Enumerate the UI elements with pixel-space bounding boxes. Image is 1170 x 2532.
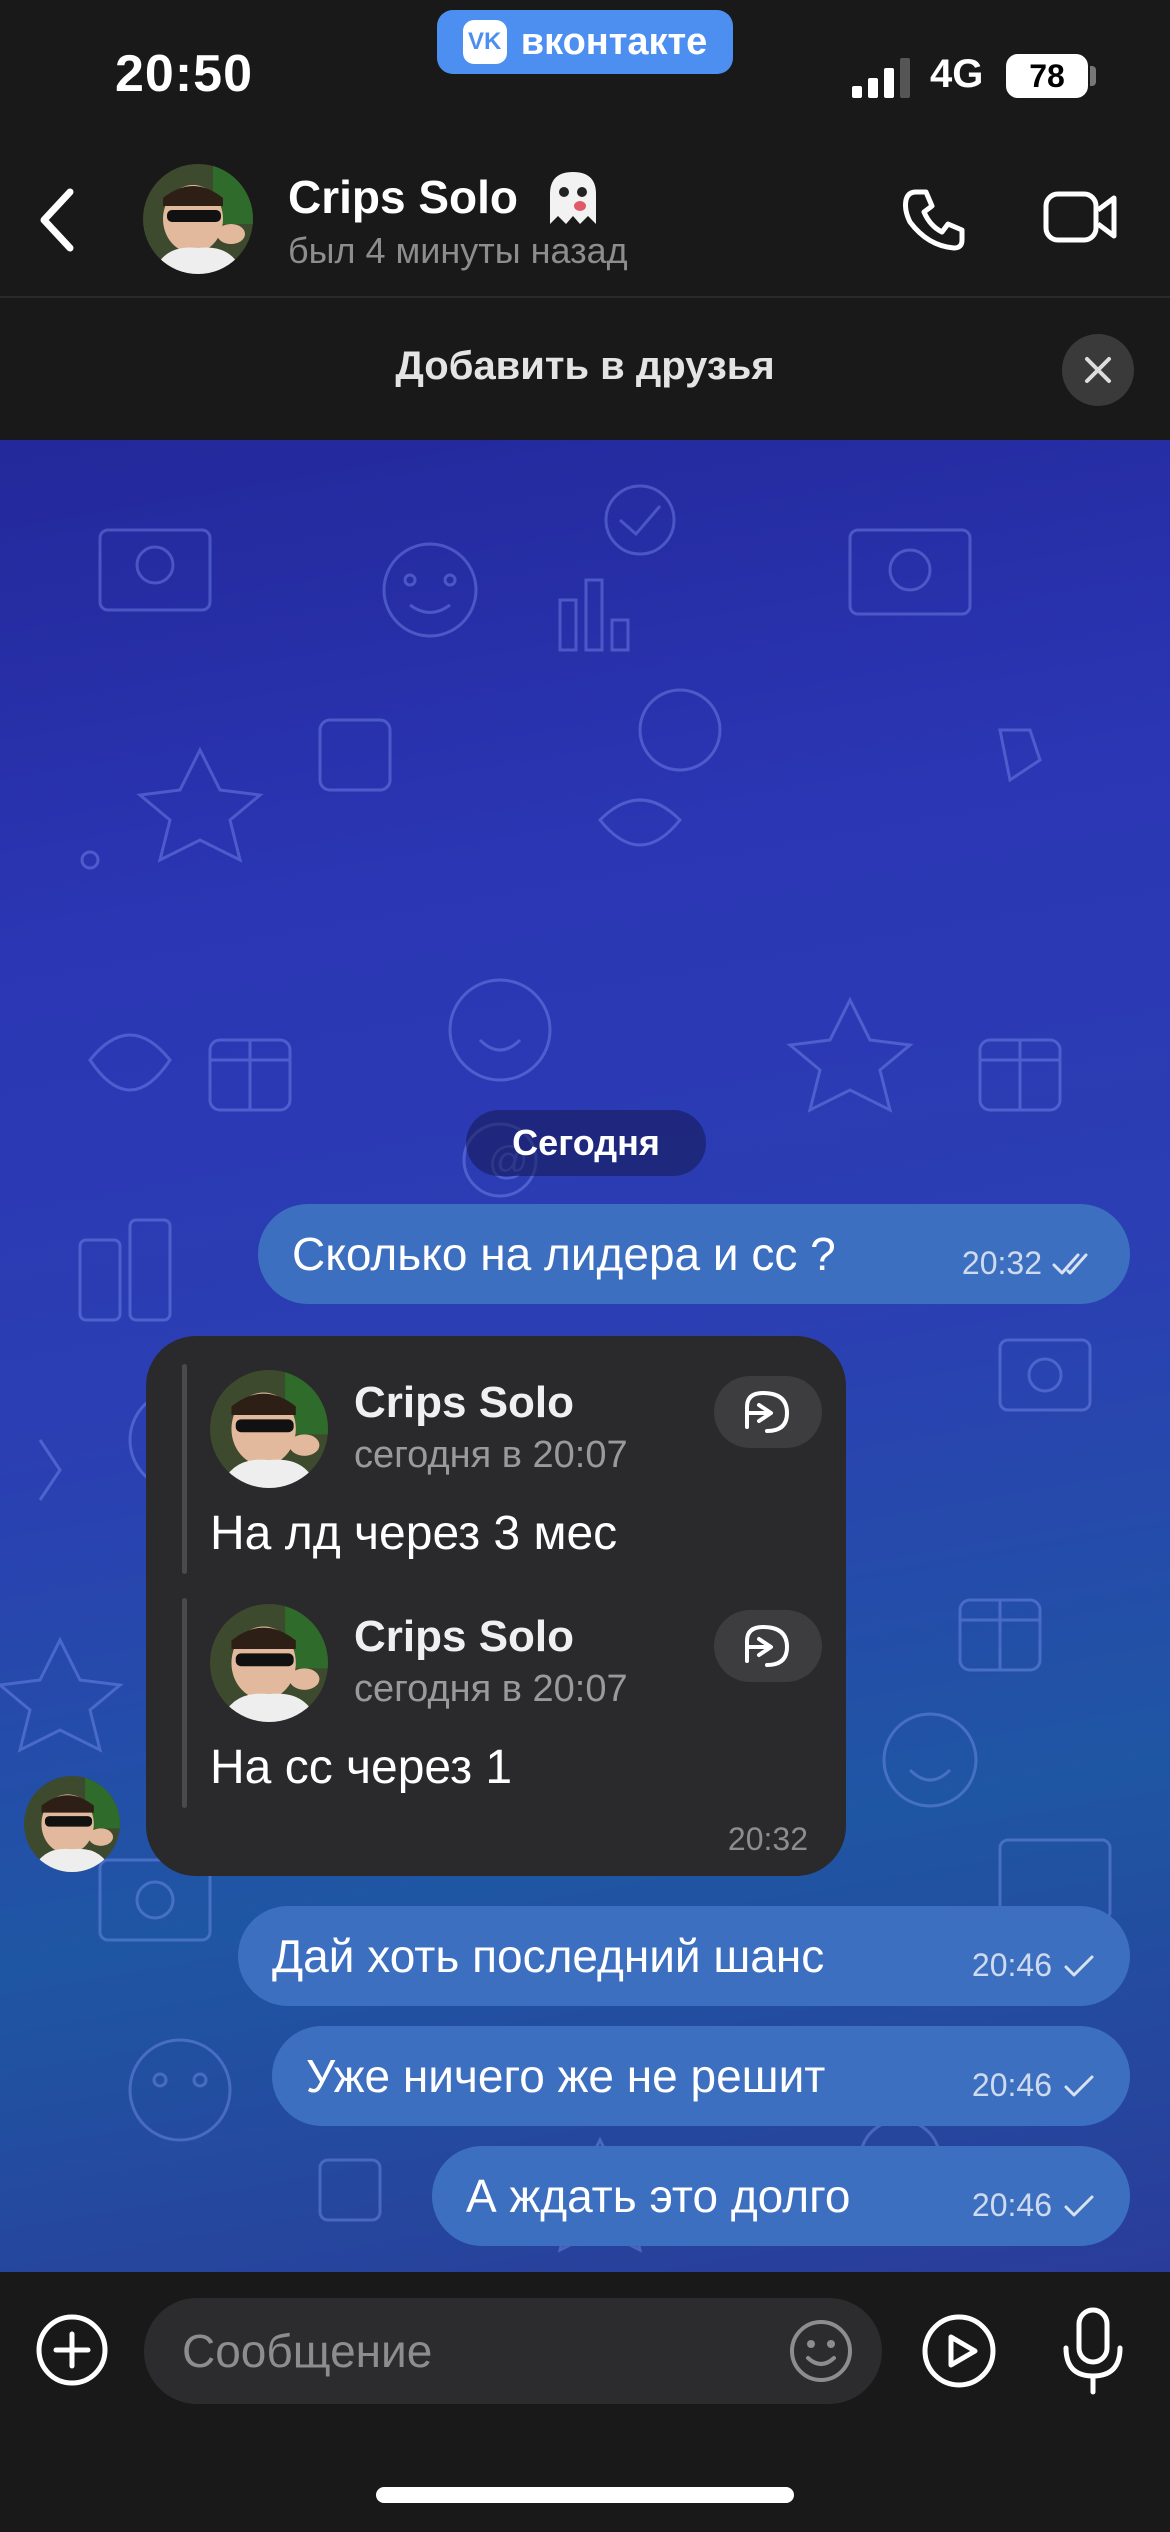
go-to-message-button[interactable] bbox=[714, 1610, 822, 1682]
ghost-emoji-icon bbox=[550, 172, 596, 224]
battery-level: 78 bbox=[1029, 57, 1065, 94]
status-time: 20:50 bbox=[115, 45, 253, 103]
message-time: 20:46 bbox=[971, 2067, 1052, 2103]
check-icon bbox=[1064, 2195, 1094, 2216]
message-input[interactable] bbox=[144, 2298, 882, 2404]
outgoing-message-bubble[interactable]: Сколько на лидера и сс ? 20:32 bbox=[258, 1204, 1130, 1304]
chat-area[interactable]: @ Сегодня Сколько на лидера и сс ? bbox=[0, 440, 1170, 2272]
forwarded-author-name[interactable]: Crips Solo bbox=[354, 1612, 574, 1662]
chat-header: Crips Solo был 4 минуты назад bbox=[0, 140, 1170, 298]
message-time: 20:32 bbox=[727, 1821, 808, 1857]
message-meta: 20:46 bbox=[972, 1947, 1096, 1984]
outgoing-message-bubble[interactable]: Уже ничего же не решит 20:46 bbox=[272, 2026, 1130, 2126]
forward-quote-line bbox=[182, 1598, 187, 1808]
message-meta: 20:46 bbox=[972, 2067, 1096, 2104]
message-time: 20:32 bbox=[961, 1245, 1042, 1281]
video-camera-icon[interactable] bbox=[1042, 186, 1120, 248]
contact-avatar[interactable] bbox=[143, 164, 253, 274]
reply-forward-icon bbox=[745, 1624, 790, 1667]
sender-avatar[interactable] bbox=[24, 1776, 120, 1872]
phone-icon[interactable] bbox=[898, 184, 970, 256]
network-type: 4G bbox=[930, 52, 984, 96]
forwarded-message-text: На лд через 3 мес bbox=[210, 1507, 618, 1560]
vk-app-badge-label: вконтакте bbox=[520, 20, 708, 63]
add-friend-bar: Добавить в друзья bbox=[0, 300, 1170, 440]
microphone-icon[interactable] bbox=[1060, 2306, 1126, 2398]
forwarded-author-avatar bbox=[210, 1370, 328, 1488]
message-meta: 20:46 bbox=[972, 2187, 1096, 2224]
message-time: 20:46 bbox=[971, 1947, 1052, 1983]
reply-forward-icon bbox=[745, 1390, 790, 1433]
play-icon[interactable] bbox=[920, 2312, 998, 2390]
signal-icon bbox=[852, 58, 910, 98]
date-separator: Сегодня bbox=[466, 1110, 706, 1176]
forwarded-date: сегодня в 20:07 bbox=[354, 1668, 628, 1710]
forwarded-date: сегодня в 20:07 bbox=[354, 1434, 628, 1476]
message-meta: 20:32 bbox=[962, 1245, 1096, 1282]
forwarded-message-text: На сс через 1 bbox=[210, 1741, 513, 1794]
outgoing-message-bubble[interactable]: А ждать это долго 20:46 bbox=[432, 2146, 1130, 2246]
close-icon bbox=[1085, 357, 1111, 383]
vk-logo-icon: VK bbox=[462, 20, 507, 64]
contact-name[interactable]: Crips Solo bbox=[288, 170, 518, 224]
battery-tip bbox=[1090, 66, 1096, 86]
forwarded-author-name[interactable]: Crips Solo bbox=[354, 1378, 574, 1428]
status-bar: 20:50 VK вконтакте 4G 78 bbox=[0, 0, 1170, 140]
message-text: Дай хоть последний шанс bbox=[272, 1930, 825, 1982]
forwarded-author-avatar bbox=[210, 1604, 328, 1722]
emoji-icon[interactable] bbox=[788, 2318, 854, 2384]
message-text: А ждать это долго bbox=[466, 2170, 851, 2222]
go-to-message-button[interactable] bbox=[714, 1376, 822, 1448]
contact-last-seen: был 4 минуты назад bbox=[288, 230, 628, 271]
outgoing-message-bubble[interactable]: Дай хоть последний шанс 20:46 bbox=[238, 1906, 1130, 2006]
vk-app-badge[interactable]: VK вконтакте bbox=[437, 10, 733, 74]
check-icon bbox=[1064, 2075, 1094, 2096]
plus-icon[interactable] bbox=[34, 2312, 110, 2388]
message-text: Сколько на лидера и сс ? bbox=[292, 1228, 836, 1280]
close-add-friend-button[interactable] bbox=[1062, 334, 1134, 406]
message-time: 20:46 bbox=[971, 2187, 1052, 2223]
double-check-icon bbox=[1052, 1253, 1088, 1274]
forwarded-messages-card[interactable]: Crips Solo сегодня в 20:07 На лд через 3… bbox=[146, 1336, 846, 1876]
battery-icon: 78 bbox=[1006, 54, 1088, 98]
add-friend-button[interactable]: Добавить в друзья bbox=[0, 344, 1170, 389]
back-icon[interactable] bbox=[28, 180, 88, 260]
home-indicator[interactable] bbox=[376, 2487, 794, 2503]
forward-quote-line bbox=[182, 1364, 187, 1574]
message-text: Уже ничего же не решит bbox=[306, 2050, 826, 2102]
check-icon bbox=[1064, 1955, 1094, 1976]
